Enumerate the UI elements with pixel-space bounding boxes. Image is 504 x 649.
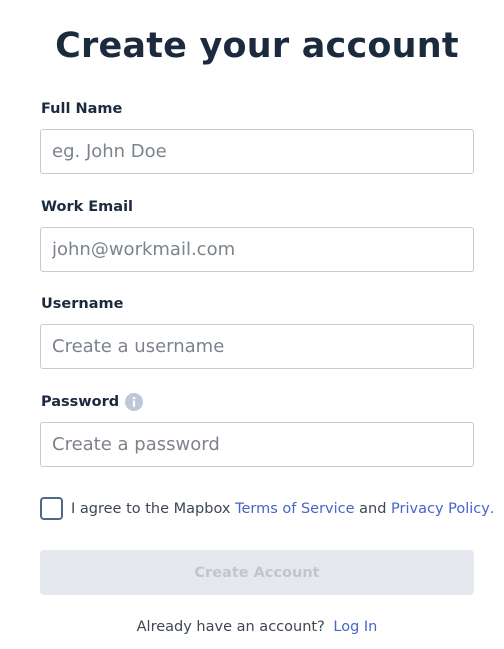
password-label-text: Password bbox=[41, 394, 120, 410]
info-icon[interactable] bbox=[125, 393, 144, 411]
agreement-middle: and bbox=[354, 500, 392, 517]
log-in-link[interactable]: Log In bbox=[333, 619, 377, 635]
password-label: Password bbox=[41, 393, 144, 411]
work-email-label: Work Email bbox=[41, 199, 133, 215]
agreement-row: I agree to the Mapbox Terms of Service a… bbox=[40, 497, 494, 520]
login-prompt: Already have an account? bbox=[136, 619, 325, 635]
full-name-input[interactable] bbox=[40, 129, 474, 174]
username-input[interactable] bbox=[40, 324, 474, 369]
create-account-button[interactable]: Create Account bbox=[40, 550, 474, 595]
full-name-label-text: Full Name bbox=[41, 101, 123, 117]
agreement-prefix: I agree to the Mapbox bbox=[71, 500, 236, 517]
signup-page: Create your account Full Name Work Email… bbox=[0, 0, 504, 649]
terms-of-service-link[interactable]: Terms of Service bbox=[235, 501, 354, 517]
page-title: Create your account bbox=[55, 26, 459, 66]
privacy-policy-link[interactable]: Privacy Policy bbox=[391, 501, 490, 517]
work-email-label-text: Work Email bbox=[41, 199, 134, 215]
full-name-label: Full Name bbox=[41, 101, 122, 117]
username-label: Username bbox=[41, 296, 123, 312]
agree-checkbox[interactable] bbox=[40, 497, 63, 520]
work-email-input[interactable] bbox=[40, 227, 474, 272]
login-row: Already have an account? Log In bbox=[0, 619, 504, 635]
username-label-text: Username bbox=[41, 296, 124, 312]
agreement-suffix: . bbox=[489, 500, 495, 517]
password-input[interactable] bbox=[40, 422, 474, 467]
